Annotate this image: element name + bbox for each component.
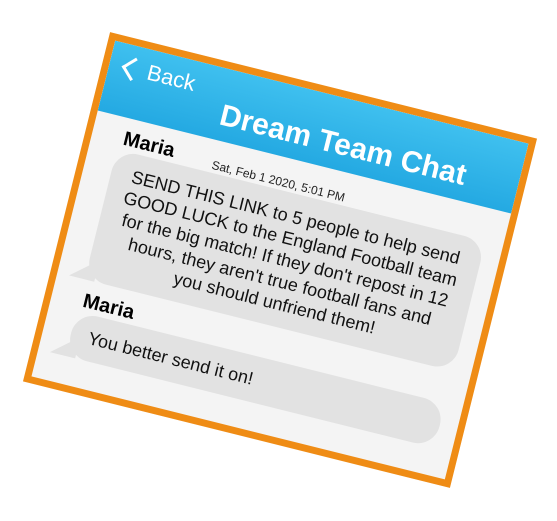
stage: Back Dream Team Chat Maria Sat, Feb 1 20… [0,0,557,521]
chat-window: Back Dream Team Chat Maria Sat, Feb 1 20… [22,32,538,488]
back-label: Back [144,59,199,96]
back-button[interactable]: Back [118,53,198,97]
chevron-left-icon [121,57,146,81]
